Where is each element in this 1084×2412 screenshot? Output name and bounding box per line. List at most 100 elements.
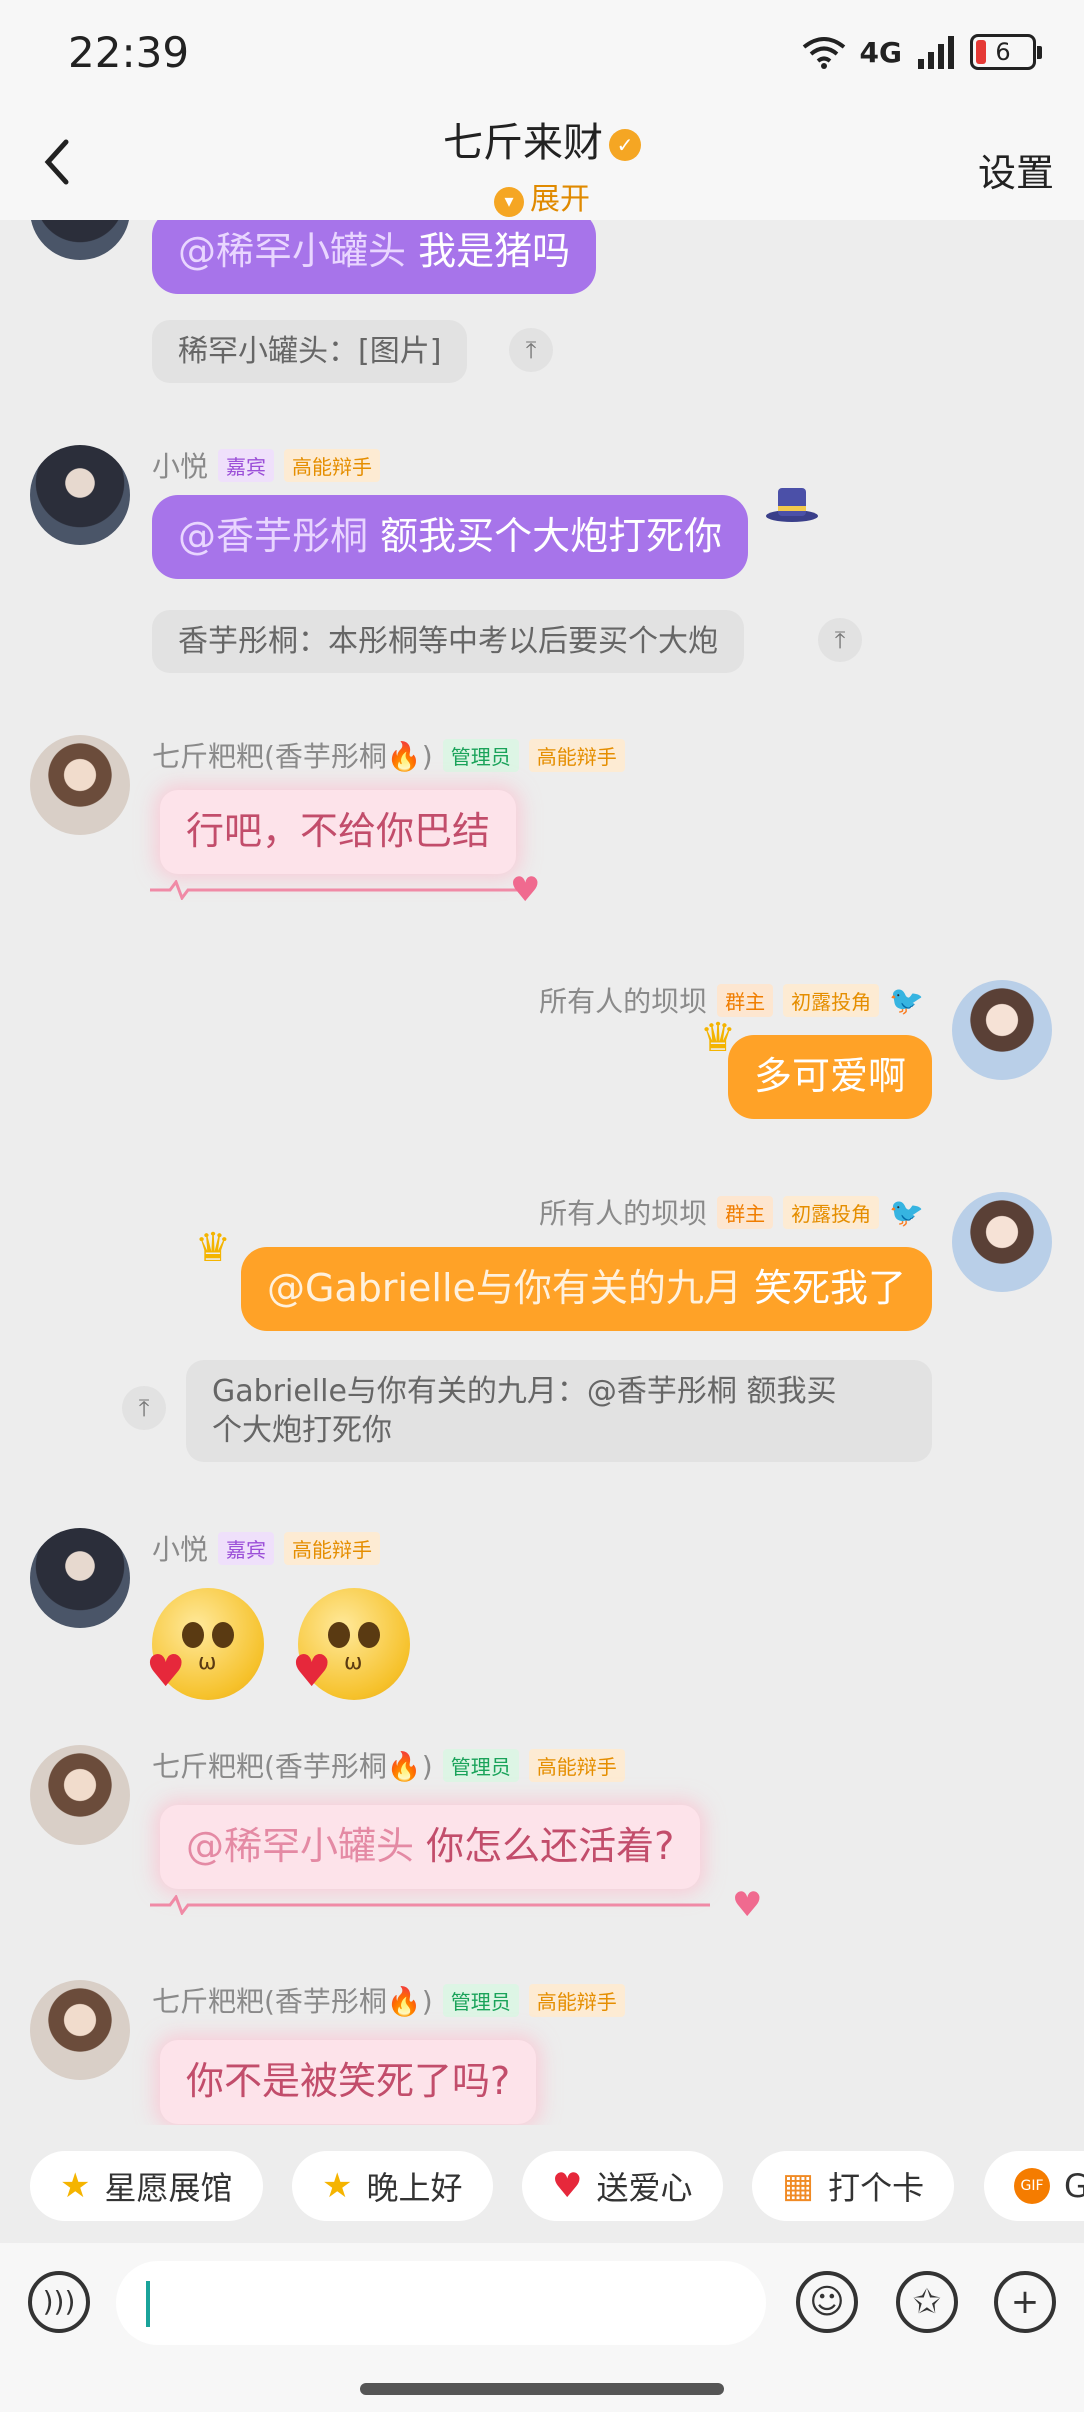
role-badge: 嘉宾 [218, 1531, 275, 1565]
quick-action-label: 打个卡 [828, 2169, 925, 2207]
message-bubble[interactable]: @稀罕小罐头 你怎么还活着? [160, 1805, 701, 1889]
love-face-emoji[interactable]: ω ♥ [146, 1588, 264, 1700]
wifi-icon [802, 37, 845, 69]
sender-name: 小悦 嘉宾 高能辩手 [152, 1528, 381, 1568]
role-badge: 管理员 [442, 1983, 519, 2017]
quick-action-star-gallery[interactable]: ★ 星愿展馆 [30, 2151, 263, 2221]
avatar[interactable] [30, 735, 130, 835]
sender-name: 所有人的坝坝 群主 初露投角 🐦 [539, 1192, 924, 1232]
mention[interactable]: @稀罕小罐头 [178, 229, 406, 273]
message-text: 你不是被笑死了吗? [186, 2059, 511, 2103]
quote-reply[interactable]: 香芋彤桐：本彤桐等中考以后要买个大炮 [152, 610, 744, 673]
quick-action-label: 晚上好 [366, 2169, 463, 2207]
star-icon: ★ [60, 2166, 91, 2206]
quick-action-label: G [1064, 2167, 1084, 2205]
level-badge: 高能辩手 [528, 1983, 625, 2017]
sender-name-text: 所有人的坝坝 [539, 1197, 708, 1230]
settings-button[interactable]: 设置 [978, 142, 1054, 197]
chevron-down-icon: ▾ [494, 187, 524, 217]
level-badge: 高能辩手 [284, 448, 381, 482]
avatar[interactable] [952, 1192, 1052, 1292]
quick-action-check-in[interactable]: ▦ 打个卡 [752, 2151, 955, 2221]
sender-name: 七斤粑粑(香芋彤桐🔥) 管理员 高能辩手 [152, 1745, 625, 1785]
message-bubble[interactable]: @Gabrielle与你有关的九月 笑死我了 [240, 1247, 932, 1331]
message-bubble[interactable]: 你不是被笑死了吗? [160, 2040, 537, 2124]
quote-jump-icon[interactable]: ⤒ [122, 1386, 166, 1430]
level-badge: 初露投角 [783, 1195, 880, 1229]
message-text: 行吧，不给你巴结 [186, 809, 491, 853]
status-time: 22:39 [68, 28, 190, 77]
sticker-star-icon[interactable]: ✩ [896, 2271, 958, 2333]
avatar[interactable] [30, 1980, 130, 2080]
chat-header: 七斤来财 ✓ ▾ 展开 设置 [0, 110, 1084, 220]
avatar[interactable] [30, 1528, 130, 1628]
role-badge: 嘉宾 [218, 448, 275, 482]
level-badge: 高能辩手 [528, 1748, 625, 1782]
top-hat-icon [766, 488, 818, 522]
home-indicator[interactable] [360, 2383, 724, 2395]
group-title-text: 七斤来财 [443, 120, 603, 166]
bubble-decoration [150, 1895, 710, 1915]
input-bar: ))) ☺ ✩ + [0, 2243, 1084, 2412]
message-bubble[interactable]: 多可爱啊 [727, 1035, 932, 1119]
quote-jump-icon[interactable]: ⤒ [509, 328, 553, 372]
avatar[interactable] [30, 220, 130, 260]
verified-icon: ✓ [609, 129, 641, 161]
status-icons: 4G 6 [802, 34, 1042, 70]
quote-reply[interactable]: Gabrielle与你有关的九月：@香芋彤桐 额我买 个大炮打死你 [186, 1360, 932, 1462]
avatar[interactable] [30, 445, 130, 545]
sender-name-text: 小悦 [152, 1533, 209, 1566]
avatar[interactable] [952, 980, 1052, 1080]
message-text: 你怎么还活着? [414, 1824, 675, 1868]
message-list[interactable]: @稀罕小罐头 我是猪吗 稀罕小罐头：[图片] ⤒ 小悦 嘉宾 高能辩手 @香芋彤… [0, 220, 1084, 2125]
sender-name: 七斤粑粑(香芋彤桐🔥) 管理员 高能辩手 [152, 1980, 625, 2020]
sender-name-text: 小悦 [152, 450, 209, 483]
heart-icon: ♥ [552, 2166, 583, 2206]
role-badge: 管理员 [442, 1748, 519, 1782]
quick-action-label: 星愿展馆 [104, 2169, 233, 2207]
sender-name-text: 七斤粑粑(香芋彤桐🔥) [152, 740, 433, 773]
plus-icon[interactable]: + [994, 2271, 1056, 2333]
quick-action-send-love[interactable]: ♥ 送爱心 [522, 2151, 723, 2221]
quote-text: 个大炮打死你 [212, 1413, 392, 1448]
mention[interactable]: @香芋彤桐 [178, 514, 368, 558]
quote-reply[interactable]: 稀罕小罐头：[图片] [152, 320, 468, 383]
avatar[interactable] [30, 1745, 130, 1845]
expand-button[interactable]: ▾ 展开 [0, 174, 1084, 218]
sender-name: 所有人的坝坝 群主 初露投角 🐦 [539, 980, 924, 1020]
sender-name-text: 七斤粑粑(香芋彤桐🔥) [152, 1985, 433, 2018]
quick-action-good-evening[interactable]: ★ 晚上好 [292, 2151, 493, 2221]
mention[interactable]: @稀罕小罐头 [186, 1824, 414, 1868]
heart-bubble-icon: ♥ [732, 1885, 763, 1925]
parrot-icon: 🐦 [889, 983, 924, 1017]
message-text: 笑死我了 [741, 1266, 906, 1310]
quick-action-bar[interactable]: ★ 星愿展馆 ★ 晚上好 ♥ 送爱心 ▦ 打个卡 GIF G [0, 2125, 1084, 2243]
message-bubble[interactable]: @稀罕小罐头 我是猪吗 [152, 220, 597, 294]
level-badge: 高能辩手 [284, 1531, 381, 1565]
quick-action-label: 送爱心 [596, 2169, 693, 2207]
love-face-emoji[interactable]: ω ♥ [292, 1588, 410, 1700]
expand-label: 展开 [530, 182, 590, 217]
calendar-icon: ▦ [782, 2166, 815, 2206]
message-bubble[interactable]: 行吧，不给你巴结 [160, 790, 517, 874]
mention[interactable]: @Gabrielle与你有关的九月 [267, 1266, 742, 1310]
role-badge: 群主 [717, 1195, 774, 1229]
battery-level: 6 [995, 38, 1011, 66]
message-bubble[interactable]: @香芋彤桐 额我买个大炮打死你 [152, 495, 749, 579]
message-text: 多可爱啊 [753, 1054, 906, 1098]
gif-icon: GIF [1014, 2168, 1050, 2204]
message-input[interactable] [116, 2261, 766, 2345]
sender-name-text: 所有人的坝坝 [539, 985, 708, 1018]
crown-icon: ♛ [195, 1225, 231, 1271]
group-title: 七斤来财 ✓ [0, 110, 1084, 168]
voice-input-icon[interactable]: ))) [28, 2271, 90, 2333]
signal-icon [918, 36, 954, 69]
level-badge: 高能辩手 [528, 738, 625, 772]
quick-action-gif[interactable]: GIF G [984, 2151, 1084, 2221]
quote-jump-icon[interactable]: ⤒ [818, 618, 862, 662]
text-caret [146, 2281, 150, 2327]
message-text: 我是猪吗 [406, 229, 571, 273]
role-badge: 管理员 [442, 738, 519, 772]
emoji-icon[interactable]: ☺ [796, 2271, 858, 2333]
sender-name: 小悦 嘉宾 高能辩手 [152, 445, 381, 485]
